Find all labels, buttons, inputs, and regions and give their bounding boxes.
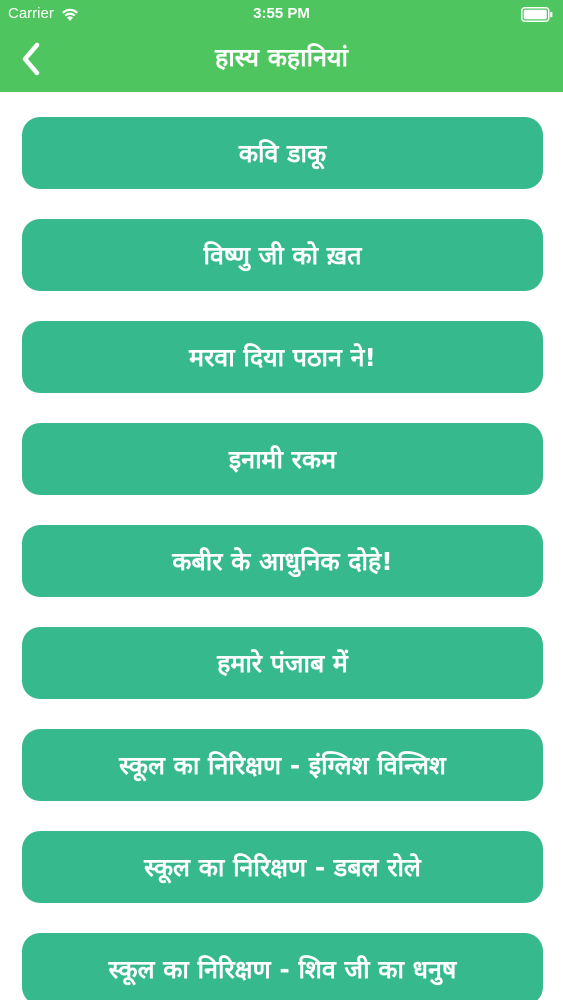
- story-button-5[interactable]: कबीर के आधुनिक दोहे!: [22, 525, 543, 597]
- story-button-1[interactable]: कवि डाकू: [22, 117, 543, 189]
- story-list: कवि डाकू विष्णु जी को ख़त मरवा दिया पठान…: [22, 117, 543, 1000]
- story-button-9[interactable]: स्कूल का निरिक्षण - शिव जी का धनुष: [22, 933, 543, 1000]
- story-button-4[interactable]: इनामी रकम: [22, 423, 543, 495]
- page-title: हास्य कहानियां: [215, 43, 348, 72]
- story-button-3[interactable]: मरवा दिया पठान ने!: [22, 321, 543, 393]
- top-bar: Carrier 3:55 PM हास्य कहानियां: [0, 0, 563, 92]
- chevron-left-icon: [22, 42, 40, 76]
- status-bar: Carrier 3:55 PM: [0, 0, 563, 30]
- back-button[interactable]: [6, 34, 56, 84]
- story-button-8[interactable]: स्कूल का निरिक्षण - डबल रोले: [22, 831, 543, 903]
- status-time: 3:55 PM: [253, 5, 310, 22]
- story-button-7[interactable]: स्कूल का निरिक्षण - इंग्लिश विन्लिश: [22, 729, 543, 801]
- navigation-bar: हास्य कहानियां: [0, 30, 563, 92]
- battery-icon: [521, 7, 553, 22]
- story-button-2[interactable]: विष्णु जी को ख़त: [22, 219, 543, 291]
- story-button-6[interactable]: हमारे पंजाब में: [22, 627, 543, 699]
